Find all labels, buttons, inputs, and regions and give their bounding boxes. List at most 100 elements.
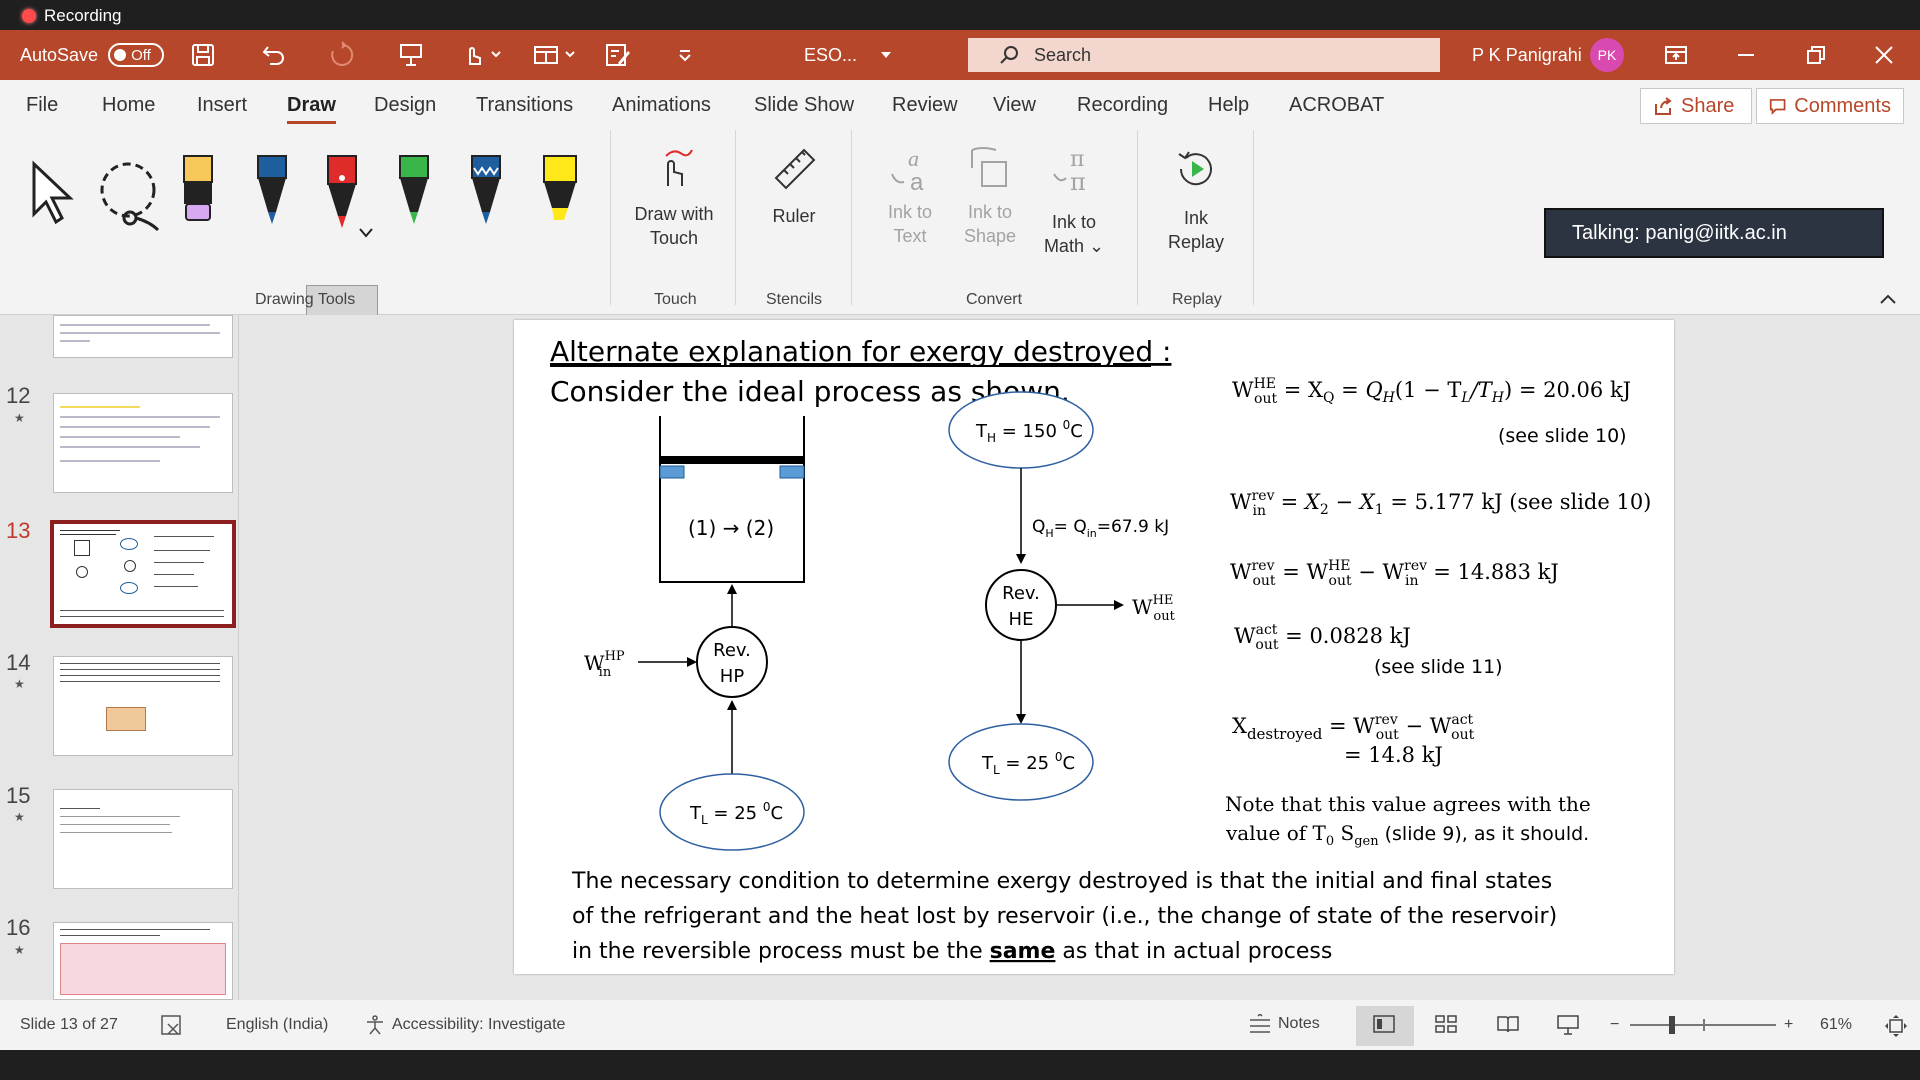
thumb-text bbox=[60, 824, 170, 825]
autosave-toggle[interactable]: Off bbox=[108, 43, 165, 67]
tab-draw[interactable]: Draw bbox=[287, 94, 336, 124]
pen-blue-icon[interactable] bbox=[254, 154, 290, 228]
ink-to-shape-button[interactable]: Ink to Shape bbox=[948, 144, 1032, 248]
user-avatar-wrap[interactable]: PK bbox=[1590, 30, 1624, 80]
close-button[interactable] bbox=[1874, 30, 1894, 80]
slide-sorter-icon bbox=[1435, 1015, 1457, 1033]
user-name[interactable]: P K Panigrahi bbox=[1472, 30, 1582, 80]
form-button[interactable] bbox=[604, 30, 632, 80]
ink-to-math-line1: Ink to bbox=[1051, 212, 1097, 232]
w-out-he-label: WHE out bbox=[1132, 593, 1176, 624]
thumb-annotation bbox=[158, 701, 198, 741]
ink-replay-button[interactable]: Ink Replay bbox=[1154, 144, 1238, 254]
recording-bar: Recording bbox=[0, 0, 1920, 30]
touch-mode-button[interactable] bbox=[462, 30, 502, 80]
slide-thumbnail-16[interactable] bbox=[53, 922, 233, 1000]
comments-label: Comments bbox=[1794, 94, 1891, 117]
tab-insert[interactable]: Insert bbox=[197, 94, 247, 117]
pen-galaxy-icon[interactable] bbox=[468, 154, 504, 228]
lasso-select-icon[interactable] bbox=[96, 160, 166, 232]
autosave-control[interactable]: AutoSave Off bbox=[20, 30, 165, 80]
restore-button[interactable] bbox=[1806, 30, 1826, 80]
layout-button[interactable] bbox=[532, 30, 576, 80]
thumb-text bbox=[60, 332, 220, 334]
filename-dropdown[interactable]: ESO... bbox=[804, 30, 893, 80]
slide-thumbnail-15[interactable] bbox=[53, 789, 233, 889]
pen-green-icon[interactable] bbox=[396, 154, 432, 228]
slide-thumbnail-11[interactable] bbox=[53, 315, 233, 358]
slide-number-selected: 13 bbox=[6, 518, 31, 543]
tab-design[interactable]: Design bbox=[374, 94, 436, 117]
ink-to-shape-line1: Ink to bbox=[967, 202, 1013, 222]
chevron-down-icon bbox=[881, 52, 892, 58]
comments-button[interactable]: Comments bbox=[1756, 88, 1904, 124]
tab-home[interactable]: Home bbox=[102, 94, 155, 117]
tab-transitions[interactable]: Transitions bbox=[476, 94, 573, 117]
undo-button[interactable] bbox=[260, 30, 288, 80]
reading-view-icon bbox=[1497, 1016, 1519, 1033]
tab-recording[interactable]: Recording bbox=[1077, 94, 1168, 117]
record-dot-icon bbox=[22, 9, 36, 23]
minimize-button[interactable] bbox=[1736, 30, 1756, 80]
tab-animations[interactable]: Animations bbox=[612, 94, 711, 117]
accessibility-button[interactable]: Accessibility: Investigate bbox=[364, 1014, 565, 1036]
layout-icon bbox=[534, 46, 575, 64]
redo-button[interactable] bbox=[328, 30, 356, 80]
tab-view[interactable]: View bbox=[993, 94, 1036, 117]
tab-file[interactable]: File bbox=[26, 94, 58, 117]
zoom-level[interactable]: 61% bbox=[1820, 1016, 1852, 1034]
thumb-text bbox=[154, 574, 194, 575]
thumb-text bbox=[60, 530, 120, 531]
ink-to-math-button[interactable]: ππ Ink to Math ⌄ bbox=[1032, 144, 1116, 258]
highlighter-pen-icon[interactable] bbox=[180, 154, 216, 224]
form-edit-icon bbox=[606, 44, 630, 66]
ruler-button[interactable]: Ruler bbox=[752, 144, 836, 228]
slide-thumbnail-14[interactable] bbox=[53, 656, 233, 756]
thumb-text bbox=[60, 324, 210, 326]
recording-indicator: Recording bbox=[22, 6, 122, 26]
tab-help[interactable]: Help bbox=[1208, 94, 1249, 117]
search-box[interactable]: Search bbox=[968, 38, 1440, 72]
zoom-slider-thumb[interactable] bbox=[1669, 1016, 1675, 1034]
customize-toolbar-button[interactable] bbox=[676, 30, 694, 80]
draw-with-touch-button[interactable]: Draw with Touch bbox=[626, 146, 722, 250]
pen-red-icon[interactable] bbox=[324, 154, 360, 234]
thumb-shape bbox=[120, 582, 138, 594]
spelling-check-button[interactable] bbox=[160, 1014, 184, 1041]
tab-acrobat[interactable]: ACROBAT bbox=[1289, 94, 1384, 117]
tab-review[interactable]: Review bbox=[892, 94, 958, 117]
normal-view-button[interactable] bbox=[1372, 1014, 1396, 1039]
save-button[interactable] bbox=[190, 30, 216, 80]
animation-star-icon: ★ bbox=[14, 411, 25, 425]
avatar[interactable]: PK bbox=[1590, 38, 1624, 72]
present-button[interactable] bbox=[398, 30, 424, 80]
replay-group-label: Replay bbox=[1172, 291, 1222, 308]
comment-icon bbox=[1769, 99, 1786, 116]
ink-to-text-button[interactable]: aa Ink to Text bbox=[868, 144, 952, 248]
thumb-shape bbox=[124, 560, 136, 572]
tab-slide-show[interactable]: Slide Show bbox=[754, 94, 854, 117]
share-button[interactable]: Share bbox=[1640, 88, 1752, 124]
chevron-down-icon[interactable] bbox=[358, 226, 374, 240]
autosave-state: Off bbox=[131, 46, 151, 64]
notes-button[interactable]: Notes bbox=[1248, 1014, 1320, 1034]
zoom-in-button[interactable]: + bbox=[1784, 1016, 1793, 1034]
slide-thumbnail-13[interactable] bbox=[50, 520, 236, 628]
collapse-ribbon-icon[interactable] bbox=[1878, 292, 1898, 306]
slideshow-view-button[interactable] bbox=[1556, 1014, 1580, 1041]
fit-slide-button[interactable] bbox=[1884, 1014, 1908, 1043]
ribbon-display-button[interactable] bbox=[1664, 30, 1688, 80]
slide-thumbnail-12[interactable] bbox=[53, 393, 233, 493]
separator bbox=[1137, 130, 1138, 305]
draw-with-touch-line1: Draw with bbox=[634, 204, 714, 224]
reading-view-button[interactable] bbox=[1496, 1014, 1520, 1039]
thumb-table bbox=[60, 943, 226, 995]
zoom-out-button[interactable]: − bbox=[1610, 1016, 1619, 1034]
slide-content: Alternate explanation for exergy destroy… bbox=[550, 335, 1651, 964]
slide-sorter-button[interactable] bbox=[1434, 1014, 1458, 1039]
language-indicator[interactable]: English (India) bbox=[226, 1016, 328, 1034]
touch-draw-icon bbox=[665, 149, 693, 186]
highlighter-yellow-icon[interactable] bbox=[540, 154, 580, 228]
animation-star-icon: ★ bbox=[14, 677, 25, 691]
select-arrow-icon[interactable] bbox=[30, 160, 76, 224]
